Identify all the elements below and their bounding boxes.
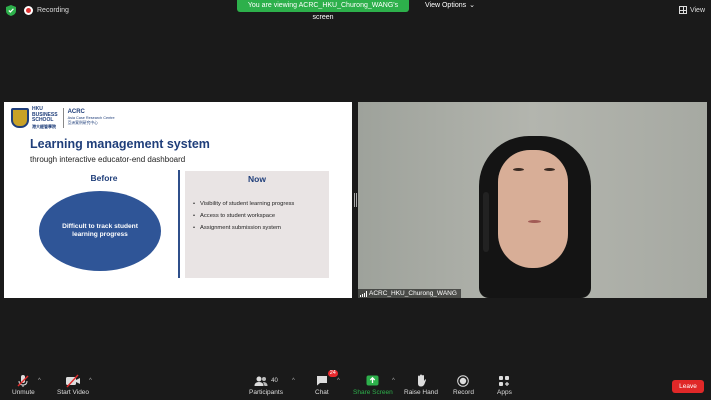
unmute-button[interactable]: Unmute: [12, 372, 35, 396]
record-label: Record: [453, 389, 474, 396]
recording-label: Recording: [37, 6, 69, 14]
start-video-label: Start Video: [57, 389, 90, 396]
view-label: View: [689, 6, 705, 14]
zoom-meeting-window: Recording You are viewing ACRC_HKU_Churo…: [0, 0, 711, 400]
before-ellipse: Difficult to track student learning prog…: [39, 191, 161, 271]
raise-hand-label: Raise Hand: [404, 389, 438, 396]
view-button[interactable]: View: [678, 5, 705, 15]
start-video-button[interactable]: Start Video: [57, 372, 89, 396]
audio-options-chevron-icon[interactable]: ^: [38, 378, 41, 384]
top-bar: Recording You are viewing ACRC_HKU_Churo…: [0, 0, 711, 21]
grid-view-icon: [678, 6, 687, 14]
viewing-banner: You are viewing ACRC_HKU_Churong_WANG's …: [237, 0, 409, 21]
list-item: Visibility of student learning progress: [193, 201, 294, 207]
before-heading: Before: [90, 173, 118, 183]
shared-screen: HKU BUSINESS SCHOOL 港大經管學院 ACRC Asia Cas…: [4, 102, 352, 298]
recording-indicator[interactable]: Recording: [24, 4, 69, 16]
video-person-eye: [544, 168, 555, 171]
participant-name-tag: ACRC_HKU_Churong_WANG: [358, 289, 461, 298]
unmute-label: Unmute: [12, 389, 35, 396]
share-screen-button[interactable]: Share Screen: [353, 372, 393, 396]
hku-logo-text: HKU BUSINESS SCHOOL 港大經管學院: [32, 106, 58, 129]
video-person-mouth: [528, 220, 541, 223]
before-text: Difficult to track student learning prog…: [62, 222, 138, 239]
slide-title: Learning management system: [30, 137, 210, 151]
view-options-label: View Options: [425, 2, 467, 9]
participants-count: 40: [271, 377, 278, 384]
chat-chevron-icon[interactable]: ^: [337, 378, 340, 384]
leave-button[interactable]: Leave: [672, 380, 704, 393]
participants-icon: [254, 376, 268, 386]
video-person-eye: [513, 168, 524, 171]
video-person-face: [498, 150, 568, 268]
shield-icon[interactable]: [6, 5, 16, 16]
hku-crest-icon: [11, 108, 29, 128]
chevron-down-icon: ⌄: [469, 2, 475, 9]
record-icon: [457, 374, 470, 387]
video-options-chevron-icon[interactable]: ^: [89, 378, 92, 384]
raise-hand-icon: [417, 374, 426, 387]
split-drag-handle[interactable]: [354, 193, 357, 207]
chat-label: Chat: [315, 389, 329, 396]
participants-label: Participants: [249, 389, 283, 396]
participants-chevron-icon[interactable]: ^: [292, 378, 295, 384]
record-dot-icon: [24, 5, 33, 15]
chat-unread-badge: 24: [327, 370, 338, 377]
chat-button[interactable]: 24 Chat: [315, 370, 338, 396]
column-divider: [178, 170, 180, 278]
raise-hand-button[interactable]: Raise Hand: [404, 372, 438, 396]
apps-button[interactable]: Apps: [497, 372, 512, 396]
list-item: Access to student workspace: [193, 213, 294, 219]
share-options-chevron-icon[interactable]: ^: [392, 378, 395, 384]
signal-bars-icon: [360, 290, 367, 297]
chat-icon: [316, 376, 327, 386]
record-button[interactable]: Record: [453, 372, 474, 396]
slide-subtitle: through interactive educator-end dashboa…: [30, 155, 186, 164]
slide-logo: HKU BUSINESS SCHOOL 港大經管學院 ACRC Asia Cas…: [11, 106, 115, 129]
list-item: Assignment submission system: [193, 225, 294, 231]
logo-divider: [62, 108, 64, 128]
view-options-button[interactable]: View Options ⌄: [420, 0, 480, 12]
participant-name: ACRC_HKU_Churong_WANG: [369, 290, 457, 297]
now-heading: Now: [248, 174, 266, 184]
apps-icon: [499, 375, 510, 386]
headset-icon: [483, 192, 489, 252]
apps-label: Apps: [497, 389, 512, 396]
share-screen-label: Share Screen: [353, 389, 393, 396]
microphone-muted-icon: [17, 374, 29, 387]
now-list: Visibility of student learning progress …: [193, 201, 294, 237]
participants-button[interactable]: 40 Participants: [249, 372, 283, 396]
meeting-toolbar: Unmute ^ Start Video ^ 40 Participants ^…: [0, 370, 711, 400]
acrc-logo: ACRC Asia Case Research Centre 亞洲案例研究中心: [67, 109, 115, 125]
camera-off-icon: [66, 374, 81, 387]
participant-video[interactable]: [358, 102, 707, 298]
now-panel: Now Visibility of student learning progr…: [185, 171, 329, 278]
share-screen-icon: [366, 375, 379, 386]
